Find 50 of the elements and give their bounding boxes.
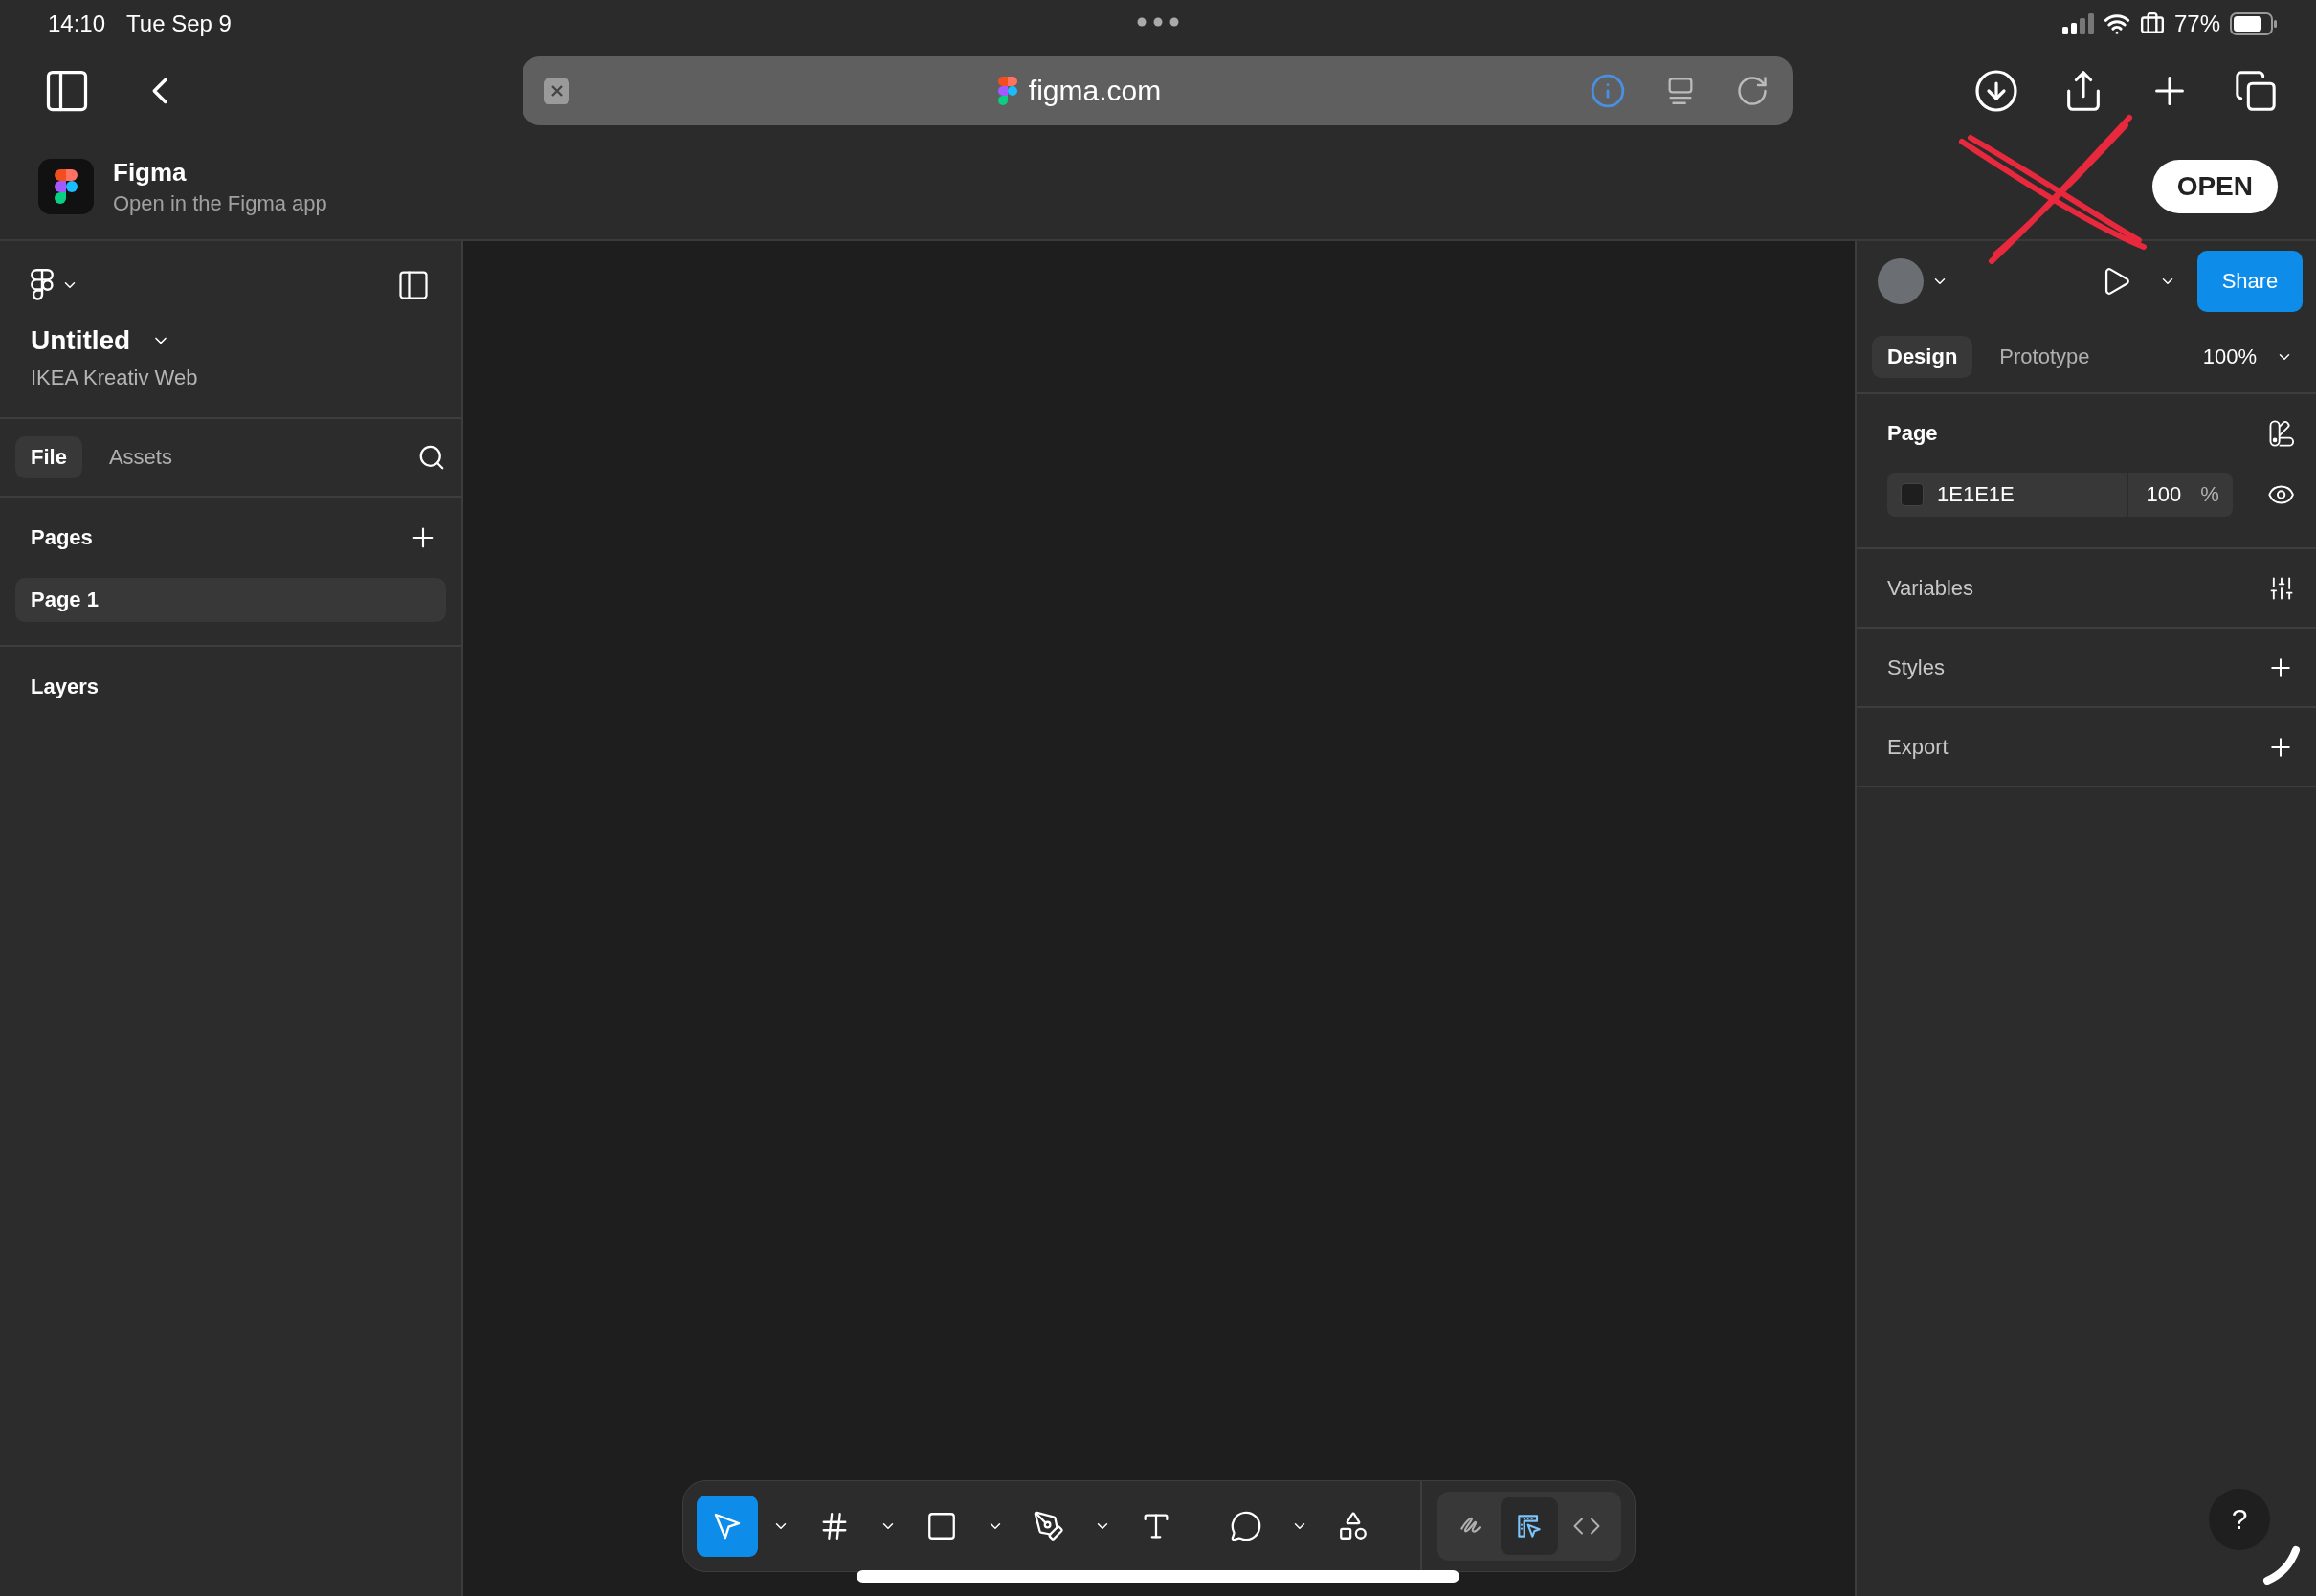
open-button[interactable]: OPEN (2151, 160, 2278, 213)
briefcase-icon (2139, 11, 2165, 36)
pen-icon (1033, 1510, 1065, 1542)
section-heading: Styles (1887, 654, 1945, 680)
share-button[interactable]: Share (2197, 251, 2303, 312)
panel-toggle-button[interactable] (396, 268, 431, 302)
tool-button[interactable] (697, 1496, 758, 1557)
download-icon (1973, 68, 2019, 114)
status-time: 14:10 (48, 11, 106, 37)
more-dots-icon[interactable] (1137, 17, 1179, 27)
comment-icon (1230, 1510, 1262, 1542)
panel-tab[interactable]: Assets (93, 436, 188, 478)
panel-tab[interactable]: Design (1872, 336, 1973, 378)
file-title[interactable]: Untitled (31, 325, 131, 356)
panel-tab[interactable]: Prototype (1984, 336, 2105, 378)
panel-tab[interactable]: File (15, 436, 82, 478)
app-subtitle: Open in the Figma app (113, 190, 328, 216)
layers-heading: Layers (31, 675, 99, 699)
url-text: figma.com (1028, 75, 1162, 107)
section-heading: Export (1887, 734, 1949, 760)
team-name: IKEA Kreativ Web (31, 366, 199, 390)
section-heading: Variables (1887, 575, 1974, 601)
help-button[interactable]: ? (2209, 1489, 2270, 1550)
pages-heading: Pages (31, 525, 93, 550)
reload-icon[interactable] (1735, 74, 1770, 108)
avatar[interactable] (1878, 258, 1924, 304)
zoom-dropdown[interactable]: 100% (2202, 344, 2301, 369)
battery-percentage: 77% (2173, 11, 2220, 37)
search-icon (417, 443, 446, 472)
status-date: Tue Sep 9 (126, 11, 232, 37)
download-button[interactable] (1973, 68, 2019, 114)
figma-logo-icon (31, 269, 54, 301)
color-field[interactable]: 1E1E1E 100 % (1887, 473, 2233, 517)
figma-logo-icon (55, 169, 78, 204)
square-icon (925, 1510, 958, 1542)
battery-icon (2230, 12, 2278, 35)
search-button[interactable] (417, 443, 446, 472)
shapes-icon (1337, 1510, 1370, 1542)
figma-logo-icon (997, 77, 1017, 105)
mode-button[interactable] (1501, 1497, 1558, 1555)
app-name: Figma (113, 157, 188, 188)
page-heading: Page (1887, 421, 1938, 446)
address-bar[interactable]: figma.com (523, 56, 1793, 125)
styles-icon[interactable] (2268, 419, 2295, 448)
page-item[interactable]: Page 1 (15, 578, 446, 622)
clear-icon[interactable] (544, 78, 569, 104)
tabs-button[interactable] (2234, 69, 2278, 113)
sidebar-icon (396, 268, 431, 302)
tabs-icon (2234, 69, 2278, 113)
signal-icon (2060, 13, 2094, 34)
